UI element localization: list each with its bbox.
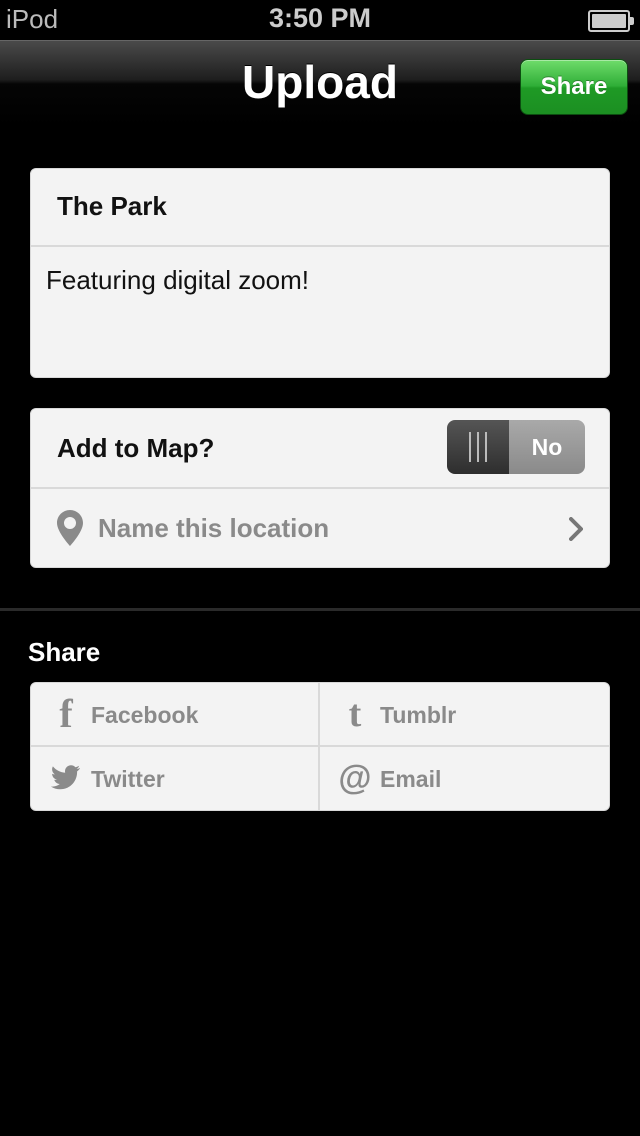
- share-section-header: Share: [28, 637, 101, 667]
- post-description-text: Featuring digital zoom!: [46, 265, 310, 295]
- share-service-label: Tumblr: [380, 702, 457, 728]
- share-button[interactable]: Share: [520, 59, 628, 115]
- add-to-map-toggle[interactable]: No: [447, 420, 585, 474]
- post-title-field[interactable]: The Park: [31, 169, 609, 247]
- share-facebook-button[interactable]: f Facebook: [31, 683, 320, 747]
- tumblr-icon: t: [348, 693, 362, 735]
- section-divider: [0, 608, 640, 611]
- map-card: Add to Map? No Name this location: [30, 408, 610, 568]
- map-pin-icon: [57, 510, 83, 546]
- share-service-label: Facebook: [91, 702, 199, 728]
- email-icon: @: [338, 758, 372, 797]
- share-services-grid: f Facebook t Tumblr Twitter @ Email: [30, 682, 610, 811]
- share-email-button[interactable]: @ Email: [320, 747, 609, 811]
- toggle-knob[interactable]: [447, 420, 509, 474]
- post-details-card: The Park Featuring digital zoom!: [30, 168, 610, 378]
- chevron-right-icon: [569, 517, 583, 541]
- post-description-field[interactable]: Featuring digital zoom!: [31, 247, 609, 377]
- battery-icon: [588, 10, 634, 32]
- toggle-value: No: [531, 434, 563, 460]
- share-twitter-button[interactable]: Twitter: [31, 746, 320, 810]
- post-title-text: The Park: [57, 191, 167, 221]
- facebook-icon: f: [59, 691, 73, 736]
- share-tumblr-button[interactable]: t Tumblr: [320, 683, 609, 747]
- share-service-label: Twitter: [91, 765, 165, 792]
- name-location-row[interactable]: Name this location: [31, 489, 609, 567]
- twitter-icon: [51, 761, 81, 795]
- clock: 3:50 PM: [268, 3, 372, 33]
- share-service-label: Email: [380, 765, 442, 792]
- navigation-bar: Upload Share: [0, 40, 640, 127]
- add-to-map-row: Add to Map? No: [31, 409, 609, 489]
- add-to-map-label: Add to Map?: [57, 433, 215, 463]
- status-bar: iPod 3:50 PM: [0, 0, 640, 40]
- location-placeholder: Name this location: [98, 513, 330, 543]
